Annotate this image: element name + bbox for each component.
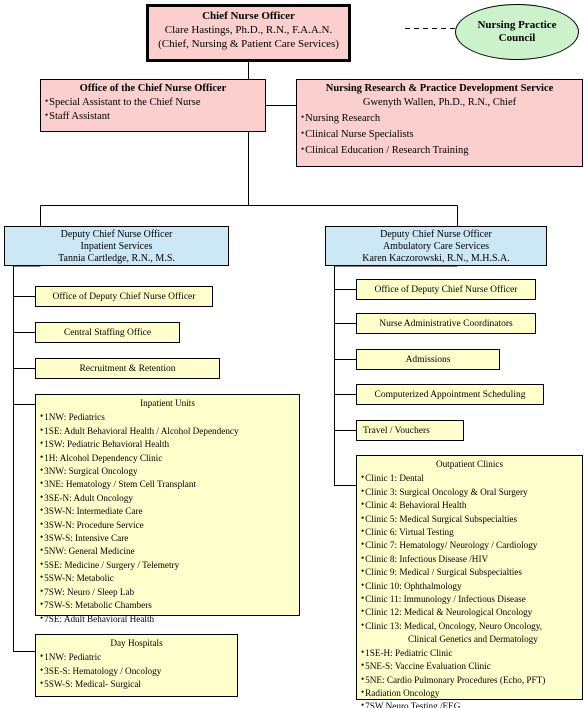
ambulatory-branch-label: Nurse Administrative Coordinators (379, 319, 513, 329)
list-item: Clinic 11: Immunology / Infectious Disea… (361, 592, 578, 605)
list-item: 1SW: Pediatric Behavioral Health (40, 437, 295, 450)
ambulatory-branch-label: Computerized Appointment Scheduling (374, 390, 526, 400)
council-label-line2: Council (498, 32, 536, 44)
list-item: Clinic 5: Medical Surgical Subspecialtie… (361, 512, 578, 525)
ambulatory-branch-travel[interactable]: Travel / Vouchers (356, 420, 464, 441)
ambulatory-branch-admissions[interactable]: Admissions (356, 349, 500, 370)
cno-role: (Chief, Nursing & Patient Care Services) (158, 38, 339, 50)
list-item: 5SW-S: Medical- Surgical (40, 677, 233, 690)
list-item: 7SW: Neuro / Sleep Lab (40, 585, 295, 598)
council-label-line1: Nursing Practice (477, 19, 557, 31)
deputy-ambulatory-name: Karen Kaczorowski, R.N., M.H.S.A. (362, 253, 510, 264)
chief-nurse-officer-box[interactable]: Chief Nurse Officer Clare Hastings, Ph.D… (146, 4, 351, 62)
list-item: 1NW: Pediatrics (40, 410, 295, 423)
ambulatory-branch-label: Office of Deputy Chief Nurse Officer (374, 285, 518, 295)
outpatient-clinics-title: Outpatient Clinics (435, 459, 504, 469)
ambulatory-branch-label: Admissions (405, 355, 451, 365)
ambulatory-branch-office[interactable]: Office of Deputy Chief Nurse Officer (356, 279, 536, 300)
list-item: 3SW-N: Procedure Service (40, 518, 295, 531)
list-item: Clinic 1: Dental (361, 471, 578, 484)
cno-name: Clare Hastings, Ph.D., R.N., F.A.A.N. (164, 24, 333, 36)
inpatient-units-list: 1NW: Pediatrics 1SE: Adult Behavioral He… (40, 410, 295, 625)
list-item: 3SW-S: Intensive Care (40, 531, 295, 544)
list-item: Clinical Education / Research Training (301, 142, 578, 158)
nursing-research-service-box[interactable]: Nursing Research & Practice Development … (296, 79, 583, 167)
list-item: Clinic 10: Ophthalmology (361, 579, 578, 592)
inpatient-branch-staffing[interactable]: Central Staffing Office (35, 322, 180, 343)
list-item: 5NE-S: Vaccine Evaluation Clinic (361, 659, 578, 672)
office-of-cno-box[interactable]: Office of the Chief Nurse Officer Specia… (40, 79, 266, 132)
ambulatory-branch-coordinators[interactable]: Nurse Administrative Coordinators (356, 313, 536, 334)
inpatient-branch-label: Recruitment & Retention (79, 364, 176, 374)
inpatient-branch-recruitment[interactable]: Recruitment & Retention (35, 358, 220, 379)
nursing-research-chief: Gwenyth Wallen, Ph.D., R.N., Chief (362, 97, 517, 108)
cno-title: Chief Nurse Officer (202, 10, 295, 22)
list-item: 1SE-H: Pediatric Clinic (361, 646, 578, 659)
list-item: 3SW-N: Intermediate Care (40, 504, 295, 517)
deputy-inpatient-box[interactable]: Deputy Chief Nurse Officer Inpatient Ser… (4, 226, 229, 266)
list-item: Clinic 3: Surgical Oncology & Oral Surge… (361, 485, 578, 498)
inpatient-branch-office[interactable]: Office of Deputy Chief Nurse Officer (35, 286, 213, 307)
list-item: 7SE: Adult Behavioral Health (40, 612, 295, 625)
list-item: 1NW: Pediatric (40, 650, 233, 663)
list-item: Clinic 9: Medical / Surgical Subspecialt… (361, 565, 578, 578)
list-item: 3SE-N: Adult Oncology (40, 491, 295, 504)
list-item: Radiation Oncology (361, 686, 578, 699)
list-item: 7SW Neuro Testing /EEG (361, 699, 578, 708)
list-item: Special Assistant to the Chief Nurse (45, 95, 261, 109)
ambulatory-branch-label: Travel / Vouchers (363, 426, 430, 436)
list-item: Nursing Research (301, 110, 578, 126)
list-item: Clinic 4: Behavioral Health (361, 498, 578, 511)
ambulatory-branch-scheduling[interactable]: Computerized Appointment Scheduling (356, 384, 544, 405)
deputy-ambulatory-division: Ambulatory Care Services (382, 241, 490, 252)
deputy-inpatient-name: Tannia Cartledge, R.N., M.S. (58, 253, 175, 264)
nursing-research-list: Nursing Research Clinical Nurse Speciali… (301, 110, 578, 158)
inpatient-units-title: Inpatient Units (140, 398, 195, 408)
list-item: Clinic 6: Virtual Testing (361, 525, 578, 538)
nursing-research-title: Nursing Research & Practice Development … (325, 83, 554, 94)
list-item: 3SE-S: Hematology / Oncology (40, 664, 233, 677)
nursing-practice-council-node[interactable]: Nursing Practice Council (455, 4, 579, 60)
list-item: Clinical Nurse Specialists (301, 126, 578, 142)
list-item: 5NE: Cardio Pulmonary Procedures (Echo, … (361, 673, 578, 686)
list-item: Clinic 7: Hematology/ Neurology / Cardio… (361, 538, 578, 551)
deputy-inpatient-division: Inpatient Services (80, 241, 153, 252)
list-item: Clinic 8: Infectious Disease /HIV (361, 552, 578, 565)
inpatient-branch-label: Central Staffing Office (63, 328, 152, 338)
list-item: 5SE: Medicine / Surgery / Telemetry (40, 558, 295, 571)
inpatient-branch-label: Office of Deputy Chief Nurse Officer (52, 292, 196, 302)
deputy-inpatient-title: Deputy Chief Nurse Officer (60, 229, 173, 240)
list-item: Clinic 13: Medical, Oncology, Neuro Onco… (361, 619, 578, 632)
outpatient-clinics-list: Clinic 1: Dental Clinic 3: Surgical Onco… (361, 471, 578, 708)
outpatient-clinics-box[interactable]: Outpatient Clinics Clinic 1: Dental Clin… (356, 455, 583, 708)
office-of-cno-title: Office of the Chief Nurse Officer (79, 83, 227, 94)
list-item-continuation: Clinical Genetics and Dermatology (408, 634, 538, 645)
list-item: Staff Assistant (45, 109, 261, 123)
deputy-ambulatory-title: Deputy Chief Nurse Officer (380, 229, 492, 240)
list-item: 3NE: Hematology / Stem Cell Transplant (40, 477, 295, 490)
inpatient-units-box[interactable]: Inpatient Units 1NW: Pediatrics 1SE: Adu… (35, 394, 300, 624)
office-of-cno-list: Special Assistant to the Chief Nurse Sta… (45, 95, 261, 123)
day-hospitals-title: Day Hospitals (110, 638, 163, 648)
list-item: 7SW-S: Metabolic Chambers (40, 598, 295, 611)
list-item: 1H: Alcohol Dependency Clinic (40, 451, 295, 464)
deputy-ambulatory-box[interactable]: Deputy Chief Nurse Officer Ambulatory Ca… (325, 226, 547, 266)
list-item: 5NW: General Medicine (40, 544, 295, 557)
list-item: 5SW-N: Metabolic (40, 571, 295, 584)
day-hospitals-list: 1NW: Pediatric 3SE-S: Hematology / Oncol… (40, 650, 233, 690)
day-hospitals-box[interactable]: Day Hospitals 1NW: Pediatric 3SE-S: Hema… (35, 634, 238, 697)
list-item: 1SE: Adult Behavioral Health / Alcohol D… (40, 424, 295, 437)
org-chart: Chief Nurse Officer Clare Hastings, Ph.D… (0, 0, 587, 708)
list-item: Clinic 12: Medical & Neurological Oncolo… (361, 605, 578, 618)
list-item: 3NW: Surgical Oncology (40, 464, 295, 477)
